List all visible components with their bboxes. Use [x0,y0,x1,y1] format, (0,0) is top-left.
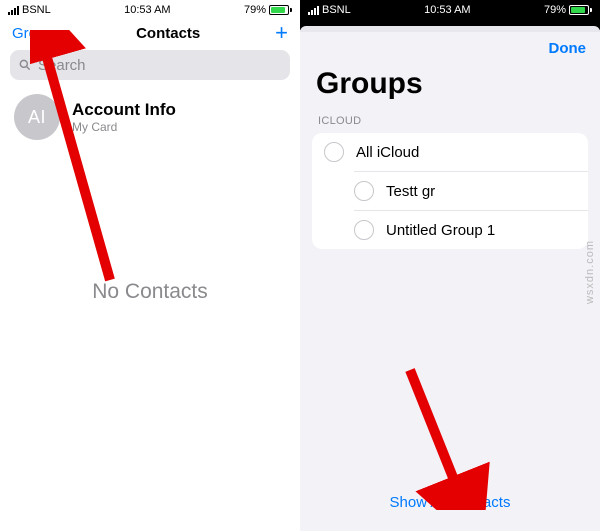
page-title: Contacts [136,25,200,42]
groups-sheet: Done Groups ICLOUD All iCloud Testt gr U… [300,32,600,531]
sheet-title: Groups [300,65,600,111]
group-item[interactable]: All iCloud [312,133,588,171]
group-item[interactable]: Testt gr [354,171,588,210]
status-bar: BSNL 10:53 AM 79% [0,0,300,18]
group-item[interactable]: Untitled Group 1 [354,210,588,249]
group-item-label: Untitled Group 1 [386,222,495,239]
empty-state: No Contacts [0,280,300,304]
signal-icon [308,6,319,15]
battery-percent: 79% [244,4,266,16]
battery-percent: 79% [544,4,566,16]
status-bar: BSNL 10:53 AM 79% [300,0,600,18]
nav-bar: Groups Contacts + [0,18,300,46]
status-time: 10:53 AM [424,4,470,16]
radio-icon [354,181,374,201]
section-header: ICLOUD [300,111,600,131]
contacts-screen: BSNL 10:53 AM 79% Groups Contacts + Sear… [0,0,300,531]
search-placeholder: Search [38,57,86,74]
battery-icon [269,5,292,15]
carrier-label: BSNL [322,4,351,16]
radio-icon [324,142,344,162]
groups-button[interactable]: Groups [12,25,61,42]
add-contact-button[interactable]: + [275,24,288,42]
avatar-initials: AI [28,107,46,128]
my-card-row[interactable]: AI Account Info My Card [0,84,300,150]
group-list: All iCloud Testt gr Untitled Group 1 [312,133,588,249]
done-button[interactable]: Done [549,40,587,57]
signal-icon [8,6,19,15]
contact-subtext: My Card [72,120,176,134]
contact-name: Account Info [72,100,176,120]
group-item-label: Testt gr [386,183,435,200]
carrier-label: BSNL [22,4,51,16]
search-input[interactable]: Search [10,50,290,80]
avatar: AI [14,94,60,140]
status-time: 10:53 AM [124,4,170,16]
battery-icon [569,5,592,15]
groups-sheet-screen: BSNL 10:53 AM 79% Done Groups ICLOUD All… [300,0,600,531]
show-all-contacts-button[interactable]: Show All Contacts [300,484,600,521]
radio-icon [354,220,374,240]
group-item-label: All iCloud [356,144,419,161]
watermark: wsxdn.com [584,240,596,304]
search-icon [18,58,32,72]
